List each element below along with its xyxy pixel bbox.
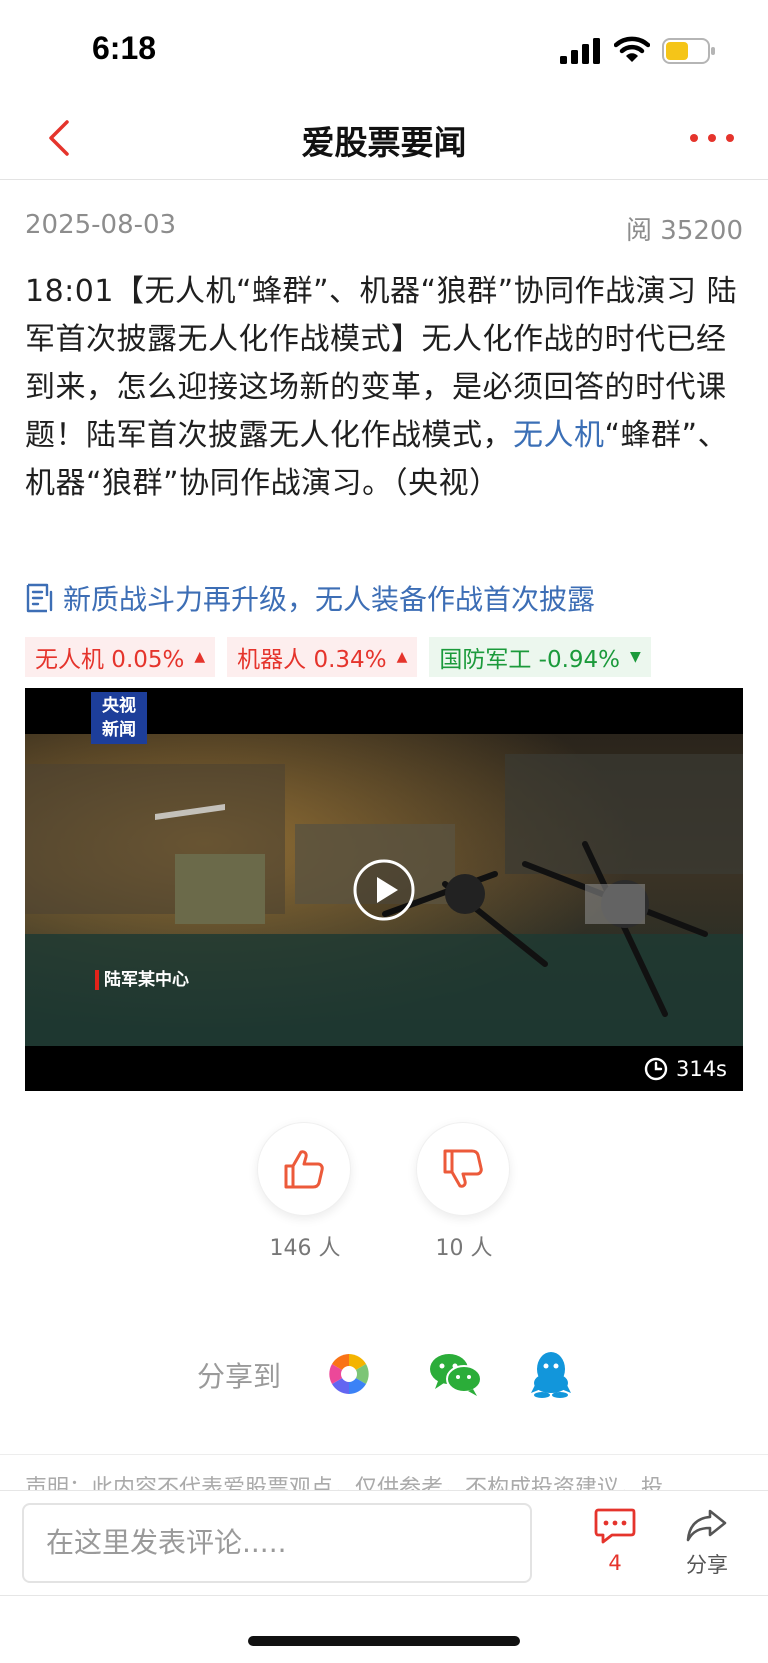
clock-icon bbox=[644, 1057, 668, 1081]
video-player[interactable]: 央视 新闻 陆军某中心 314s bbox=[25, 688, 743, 1091]
article-body: 18:01【无人机“蜂群”、机器“狼群”协同作战演习 陆军首次披露无人化作战模式… bbox=[25, 268, 747, 508]
stock-tag-label: 国防军工 -0.94% bbox=[439, 647, 621, 673]
share-arrow-icon bbox=[686, 1509, 727, 1542]
share-label: 分享到 bbox=[197, 1360, 282, 1393]
logo-line1: 央视 bbox=[102, 696, 136, 716]
dislike-group: 10 人 bbox=[416, 1122, 512, 1262]
wechat-icon[interactable] bbox=[428, 1351, 484, 1397]
home-indicator[interactable] bbox=[248, 1636, 520, 1646]
publish-date: 2025-08-03 bbox=[25, 210, 177, 240]
wifi-icon bbox=[614, 36, 650, 62]
dislike-button[interactable] bbox=[416, 1122, 510, 1216]
share-button-label: 分享 bbox=[686, 1553, 728, 1577]
qq-icon[interactable] bbox=[531, 1349, 571, 1399]
related-article-link[interactable]: 新质战斗力再升级，无人装备作战首次披露 bbox=[25, 578, 595, 618]
battery-icon bbox=[662, 38, 715, 64]
status-bar: 6:18 bbox=[0, 0, 768, 100]
comment-icon bbox=[594, 1508, 636, 1544]
stock-tags: 无人机 0.05% ▲ 机器人 0.34% ▲ 国防军工 -0.94% ▼ bbox=[25, 637, 651, 677]
comments-button[interactable]: 4 bbox=[590, 1507, 640, 1575]
cctv-news-logo: 央视 新闻 bbox=[91, 692, 147, 744]
arrow-up-icon: ▲ bbox=[396, 649, 408, 665]
stock-tag-label: 机器人 0.34% bbox=[237, 647, 387, 673]
thumbs-down-icon bbox=[443, 1149, 483, 1188]
divider bbox=[0, 1454, 768, 1455]
thumbs-up-icon bbox=[284, 1150, 324, 1189]
logo-line2: 新闻 bbox=[102, 720, 136, 740]
like-group: 146 人 bbox=[257, 1122, 353, 1262]
nav-bar: 爱股票要闻 bbox=[0, 100, 768, 180]
status-time: 6:18 bbox=[92, 30, 157, 66]
like-button[interactable] bbox=[257, 1122, 351, 1216]
page: 6:18 爱股票要闻 2025-08-03 阅 35200 18:01【无人机“… bbox=[0, 0, 768, 1663]
related-article-title: 新质战斗力再升级，无人装备作战首次披露 bbox=[63, 583, 596, 616]
stock-tag-drone[interactable]: 无人机 0.05% ▲ bbox=[25, 637, 216, 677]
stock-tag-label: 无人机 0.05% bbox=[35, 647, 185, 673]
arrow-down-icon: ▼ bbox=[630, 649, 641, 665]
page-title: 爱股票要闻 bbox=[301, 123, 467, 162]
article-keyword-link[interactable]: 无人机 bbox=[513, 418, 605, 453]
play-icon[interactable] bbox=[352, 858, 416, 922]
signal-icon bbox=[560, 38, 600, 64]
comment-input[interactable]: 在这里发表评论..... bbox=[22, 1503, 532, 1583]
divider bbox=[0, 1595, 768, 1596]
duration-text: 314s bbox=[675, 1057, 727, 1081]
doc-icon bbox=[26, 583, 53, 613]
more-icon[interactable] bbox=[688, 124, 736, 152]
read-count: 阅 35200 bbox=[626, 216, 743, 246]
bottom-bar: 在这里发表评论..... 4 分享 bbox=[0, 1490, 768, 1663]
video-duration: 314s bbox=[644, 1057, 727, 1081]
like-count: 146 人 bbox=[269, 1236, 341, 1261]
share-button[interactable]: 分享 bbox=[680, 1507, 734, 1579]
stock-tag-defense[interactable]: 国防军工 -0.94% ▼ bbox=[429, 637, 651, 677]
moments-icon[interactable] bbox=[326, 1351, 372, 1397]
comment-count: 4 bbox=[608, 1551, 622, 1575]
arrow-up-icon: ▲ bbox=[194, 649, 206, 665]
stock-tag-robot[interactable]: 机器人 0.34% ▲ bbox=[227, 637, 418, 677]
video-caption: 陆军某中心 bbox=[95, 970, 189, 990]
dislike-count: 10 人 bbox=[435, 1236, 493, 1261]
